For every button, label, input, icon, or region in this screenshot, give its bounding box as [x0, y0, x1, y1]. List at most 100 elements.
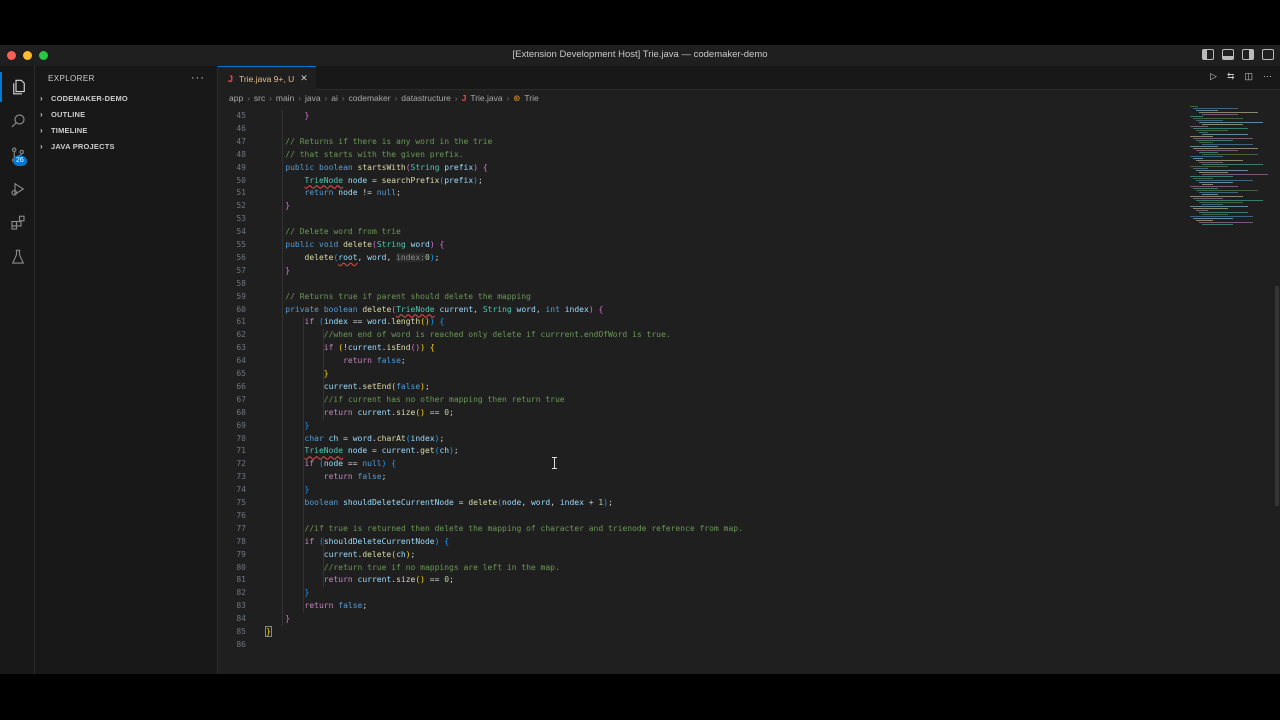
breadcrumb-symbol[interactable]: Trie — [524, 93, 538, 103]
toggle-primary-sidebar-icon[interactable] — [1202, 49, 1214, 60]
breadcrumb-item[interactable]: main — [276, 93, 294, 103]
tab-trie-java[interactable]: J Trie.java 9+, U ✕ — [218, 66, 316, 90]
minimap-line — [1196, 190, 1258, 191]
source-control-icon[interactable]: 26 — [0, 140, 35, 170]
code-text[interactable]: // Returns true if parent should delete … — [266, 291, 531, 304]
code-text[interactable]: delete(root, word, index:0); — [266, 252, 439, 265]
section-timeline[interactable]: › TIMELINE — [35, 122, 217, 138]
code-text[interactable]: } — [266, 368, 329, 381]
code-text[interactable]: //if current has no other mapping then r… — [266, 394, 565, 407]
section-label: CODEMAKER-DEMO — [51, 93, 128, 103]
code-text[interactable]: return false; — [266, 471, 387, 484]
code-text[interactable]: return node != null; — [266, 187, 401, 200]
breadcrumb-item[interactable]: datastructure — [401, 93, 451, 103]
customize-layout-icon[interactable] — [1262, 49, 1274, 60]
code-text[interactable]: private boolean delete(TrieNode current,… — [266, 304, 603, 317]
minimap-line — [1196, 160, 1243, 161]
indent-guide — [282, 110, 284, 626]
minimap-line — [1196, 150, 1238, 151]
line-number: 85 — [236, 627, 246, 636]
breadcrumb-item[interactable]: src — [254, 93, 265, 103]
minimap[interactable] — [1188, 106, 1278, 226]
search-icon[interactable] — [0, 106, 35, 136]
line-number: 73 — [236, 472, 246, 482]
chevron-right-icon: › — [40, 93, 43, 103]
close-tab-icon[interactable]: ✕ — [300, 73, 308, 84]
explorer-title: EXPLORER — [48, 73, 95, 83]
code-text[interactable]: boolean shouldDeleteCurrentNode = delete… — [266, 497, 613, 510]
layout-controls — [1202, 49, 1274, 60]
minimap-line — [1193, 198, 1223, 199]
minimap-line — [1193, 208, 1228, 209]
code-text[interactable]: } — [266, 265, 290, 278]
code-text[interactable]: // that starts with the given prefix. — [266, 149, 463, 162]
line-number: 50 — [236, 175, 246, 185]
minimap-line — [1190, 166, 1228, 167]
breadcrumb-file[interactable]: Trie.java — [470, 93, 502, 103]
minimap-line — [1202, 154, 1258, 155]
line-number: 86 — [236, 639, 246, 649]
extensions-icon[interactable] — [0, 208, 35, 238]
indent-guide — [323, 329, 325, 420]
code-text[interactable]: public void delete(String word) { — [266, 239, 444, 252]
minimap-line — [1202, 164, 1263, 165]
code-text[interactable]: // Delete word from trie — [266, 226, 401, 239]
code-text[interactable]: } — [266, 613, 290, 626]
code-text[interactable]: return current.size() == 0; — [266, 574, 454, 587]
code-text[interactable]: if (shouldDeleteCurrentNode) { — [266, 536, 450, 549]
code-text[interactable]: if (!current.isEnd()) { — [266, 342, 435, 355]
code-text[interactable]: TrieNode node = current.get(ch); — [266, 445, 459, 458]
run-debug-icon[interactable] — [0, 174, 35, 204]
code-text[interactable]: return false; — [266, 600, 368, 613]
minimap-line — [1196, 170, 1248, 171]
code-text[interactable]: current.setEnd(false); — [266, 381, 430, 394]
breadcrumb-item[interactable]: codemaker — [349, 93, 391, 103]
editor-actions: ▷ ⇆ ◫ ··· — [1210, 71, 1272, 82]
minimap-line — [1196, 180, 1253, 181]
minimap-line — [1202, 204, 1223, 205]
code-text[interactable]: if (index == word.length()) { — [266, 316, 445, 329]
minimap-line — [1199, 172, 1228, 173]
code-text[interactable]: // Returns if there is any word in the t… — [266, 136, 492, 149]
line-number: 81 — [236, 575, 246, 585]
code-text[interactable]: } — [266, 110, 310, 123]
code-text[interactable]: return false; — [266, 355, 406, 368]
testing-icon[interactable] — [0, 242, 35, 272]
line-number: 74 — [236, 485, 246, 495]
more-actions-icon[interactable]: ··· — [191, 72, 205, 84]
minimap-line — [1202, 114, 1238, 115]
compare-icon[interactable]: ⇆ — [1227, 71, 1235, 82]
code-text[interactable]: //return true if no mappings are left in… — [266, 562, 560, 575]
scrollbar-thumb[interactable] — [1275, 286, 1279, 506]
chevron-right-icon: › — [40, 109, 43, 119]
breadcrumb-item[interactable]: ai — [331, 93, 338, 103]
code-text[interactable]: current.delete(ch); — [266, 549, 416, 562]
minimap-line — [1199, 112, 1258, 113]
breadcrumb-item[interactable]: java — [305, 93, 321, 103]
more-actions-icon[interactable]: ··· — [1263, 71, 1272, 82]
explorer-icon[interactable] — [0, 72, 35, 102]
minimap-line — [1196, 210, 1208, 211]
breadcrumb-item[interactable]: app — [229, 93, 243, 103]
code-text[interactable]: } — [265, 626, 272, 639]
code-text[interactable]: TrieNode node = searchPrefix(prefix); — [266, 175, 483, 188]
section-workspace[interactable]: › CODEMAKER-DEMO — [35, 90, 217, 106]
vscode-window: [Extension Development Host] Trie.java —… — [0, 45, 1280, 674]
code-text[interactable]: } — [266, 200, 290, 213]
section-outline[interactable]: › OUTLINE — [35, 106, 217, 122]
line-number: 69 — [236, 420, 246, 430]
code-text[interactable]: char ch = word.charAt(index); — [266, 433, 445, 446]
split-editor-icon[interactable]: ◫ — [1244, 71, 1253, 82]
toggle-secondary-sidebar-icon[interactable] — [1242, 49, 1254, 60]
code-text[interactable]: return current.size() == 0; — [266, 407, 454, 420]
run-icon[interactable]: ▷ — [1210, 71, 1217, 82]
code-text[interactable]: if (node == null) { — [266, 458, 397, 471]
toggle-panel-icon[interactable] — [1222, 49, 1234, 60]
code-text[interactable]: public boolean startsWith(String prefix)… — [266, 162, 487, 175]
vertical-scrollbar[interactable] — [1274, 106, 1280, 666]
section-java-projects[interactable]: › JAVA PROJECTS — [35, 138, 217, 154]
minimap-line — [1202, 144, 1253, 145]
code-text[interactable]: //if true is returned then delete the ma… — [266, 523, 743, 536]
code-text[interactable]: //when end of word is reached only delet… — [266, 329, 671, 342]
minimap-line — [1196, 120, 1223, 121]
